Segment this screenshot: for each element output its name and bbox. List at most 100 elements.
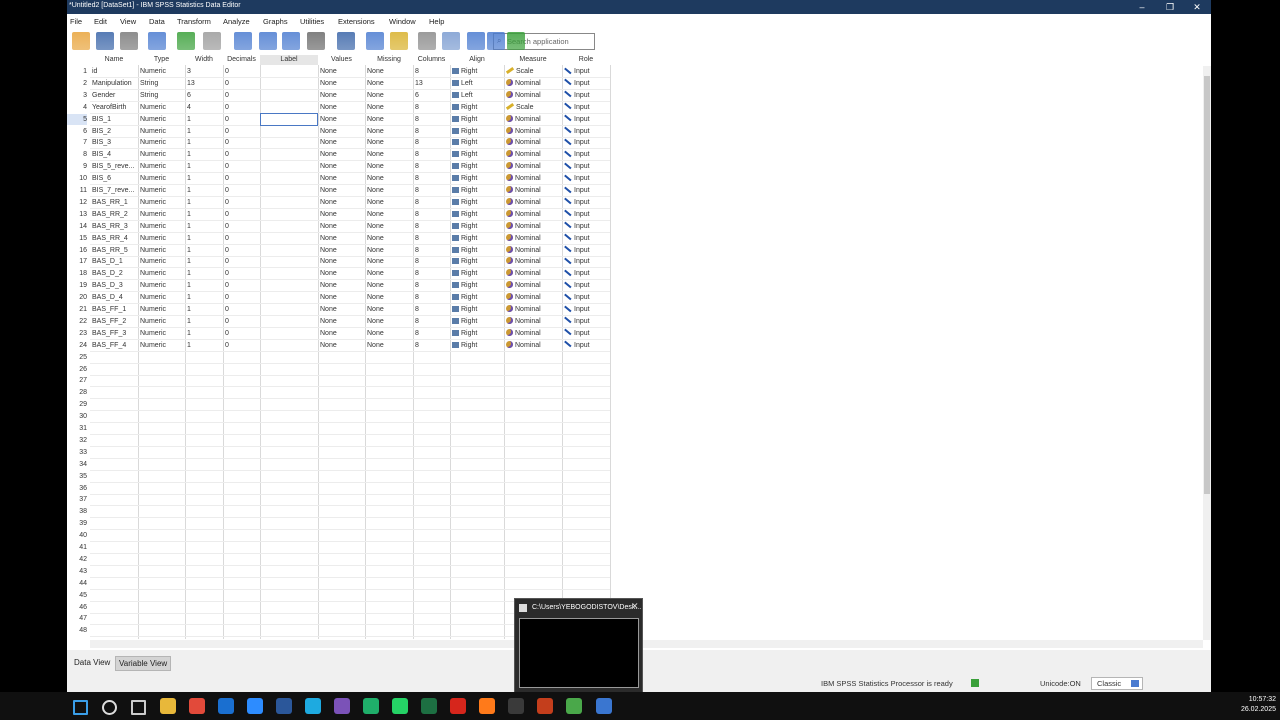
- save-icon[interactable]: [96, 32, 114, 50]
- cell-name[interactable]: BAS_RR_1: [92, 197, 137, 208]
- cell-columns[interactable]: 8: [415, 114, 449, 125]
- cell-align[interactable]: Right: [452, 209, 503, 220]
- goto-variable-icon[interactable]: [259, 32, 277, 50]
- run-descriptives-icon[interactable]: [307, 32, 325, 50]
- cell-decimals[interactable]: 0: [225, 328, 259, 339]
- cell-name[interactable]: id: [92, 66, 137, 77]
- menu-extensions[interactable]: Extensions: [338, 17, 375, 26]
- cell-type[interactable]: Numeric: [140, 280, 184, 291]
- cell-label[interactable]: [262, 149, 317, 160]
- cell-name[interactable]: BIS_6: [92, 173, 137, 184]
- cell-missing[interactable]: None: [367, 268, 412, 279]
- cell-columns[interactable]: 8: [415, 173, 449, 184]
- cell-columns[interactable]: 8: [415, 292, 449, 303]
- cell-role[interactable]: Input: [564, 292, 609, 303]
- cell-values[interactable]: None: [320, 161, 364, 172]
- cell-type[interactable]: Numeric: [140, 161, 184, 172]
- row-number[interactable]: 10: [67, 173, 87, 184]
- cell-label[interactable]: [262, 316, 317, 327]
- cell-name[interactable]: BAS_FF_4: [92, 340, 137, 351]
- row-number[interactable]: 27: [67, 375, 87, 386]
- cell-columns[interactable]: 8: [415, 268, 449, 279]
- cell-values[interactable]: None: [320, 221, 364, 232]
- menu-transform[interactable]: Transform: [177, 17, 211, 26]
- cell-name[interactable]: BAS_RR_4: [92, 233, 137, 244]
- cell-type[interactable]: Numeric: [140, 256, 184, 267]
- cell-columns[interactable]: 8: [415, 256, 449, 267]
- cell-columns[interactable]: 8: [415, 161, 449, 172]
- row-number[interactable]: 13: [67, 209, 87, 220]
- cell-decimals[interactable]: 0: [225, 173, 259, 184]
- cell-decimals[interactable]: 0: [225, 66, 259, 77]
- row-number[interactable]: 31: [67, 423, 87, 434]
- redo-icon[interactable]: [203, 32, 221, 50]
- row-number[interactable]: 29: [67, 399, 87, 410]
- open-icon[interactable]: [72, 32, 90, 50]
- cell-width[interactable]: 4: [187, 102, 222, 113]
- cell-width[interactable]: 1: [187, 316, 222, 327]
- cell-measure[interactable]: Nominal: [506, 185, 561, 196]
- row-number[interactable]: 28: [67, 387, 87, 398]
- menu-edit[interactable]: Edit: [94, 17, 107, 26]
- cell-name[interactable]: BIS_7_reve...: [92, 185, 137, 196]
- print-icon[interactable]: [120, 32, 138, 50]
- cell-label[interactable]: [262, 126, 317, 137]
- cell-label[interactable]: [262, 268, 317, 279]
- row-number[interactable]: 9: [67, 161, 87, 172]
- cell-type[interactable]: Numeric: [140, 328, 184, 339]
- cell-align[interactable]: Right: [452, 197, 503, 208]
- cell-name[interactable]: BIS_2: [92, 126, 137, 137]
- restore-button[interactable]: ❐: [1157, 0, 1183, 14]
- tab-variable-view[interactable]: Variable View: [115, 656, 172, 671]
- recall-dialog-icon[interactable]: [148, 32, 166, 50]
- cell-decimals[interactable]: 0: [225, 304, 259, 315]
- cell-align[interactable]: Right: [452, 185, 503, 196]
- cell-role[interactable]: Input: [564, 221, 609, 232]
- cell-role[interactable]: Input: [564, 137, 609, 148]
- zoom-icon[interactable]: [247, 698, 263, 714]
- cell-values[interactable]: None: [320, 149, 364, 160]
- cell-width[interactable]: 1: [187, 161, 222, 172]
- cell-missing[interactable]: None: [367, 221, 412, 232]
- cell-missing[interactable]: None: [367, 114, 412, 125]
- cell-name[interactable]: Gender: [92, 90, 137, 101]
- cell-columns[interactable]: 8: [415, 245, 449, 256]
- cell-align[interactable]: Right: [452, 340, 503, 351]
- menu-data[interactable]: Data: [149, 17, 165, 26]
- cell-values[interactable]: None: [320, 185, 364, 196]
- selected-cell[interactable]: [260, 112, 318, 126]
- cell-values[interactable]: None: [320, 197, 364, 208]
- cell-measure[interactable]: Nominal: [506, 221, 561, 232]
- cell-type[interactable]: Numeric: [140, 340, 184, 351]
- row-number[interactable]: 40: [67, 530, 87, 541]
- cell-role[interactable]: Input: [564, 245, 609, 256]
- cell-name[interactable]: BAS_RR_3: [92, 221, 137, 232]
- cell-measure[interactable]: Nominal: [506, 304, 561, 315]
- cell-columns[interactable]: 8: [415, 149, 449, 160]
- cell-values[interactable]: None: [320, 114, 364, 125]
- cell-missing[interactable]: None: [367, 78, 412, 89]
- menu-analyze[interactable]: Analyze: [223, 17, 250, 26]
- insert-variable-icon[interactable]: [390, 32, 408, 50]
- cell-decimals[interactable]: 0: [225, 137, 259, 148]
- cell-values[interactable]: None: [320, 90, 364, 101]
- cell-width[interactable]: 1: [187, 256, 222, 267]
- cell-type[interactable]: Numeric: [140, 173, 184, 184]
- cell-decimals[interactable]: 0: [225, 102, 259, 113]
- cell-name[interactable]: BAS_FF_1: [92, 304, 137, 315]
- cell-type[interactable]: Numeric: [140, 102, 184, 113]
- cell-decimals[interactable]: 0: [225, 245, 259, 256]
- cell-decimals[interactable]: 0: [225, 268, 259, 279]
- cell-missing[interactable]: None: [367, 173, 412, 184]
- cell-width[interactable]: 1: [187, 328, 222, 339]
- cell-align[interactable]: Right: [452, 149, 503, 160]
- cell-columns[interactable]: 8: [415, 280, 449, 291]
- cell-measure[interactable]: Nominal: [506, 90, 561, 101]
- row-number[interactable]: 38: [67, 506, 87, 517]
- cell-decimals[interactable]: 0: [225, 114, 259, 125]
- row-number[interactable]: 24: [67, 340, 87, 351]
- cell-name[interactable]: BIS_4: [92, 149, 137, 160]
- cell-missing[interactable]: None: [367, 245, 412, 256]
- cell-decimals[interactable]: 0: [225, 78, 259, 89]
- cell-measure[interactable]: Nominal: [506, 328, 561, 339]
